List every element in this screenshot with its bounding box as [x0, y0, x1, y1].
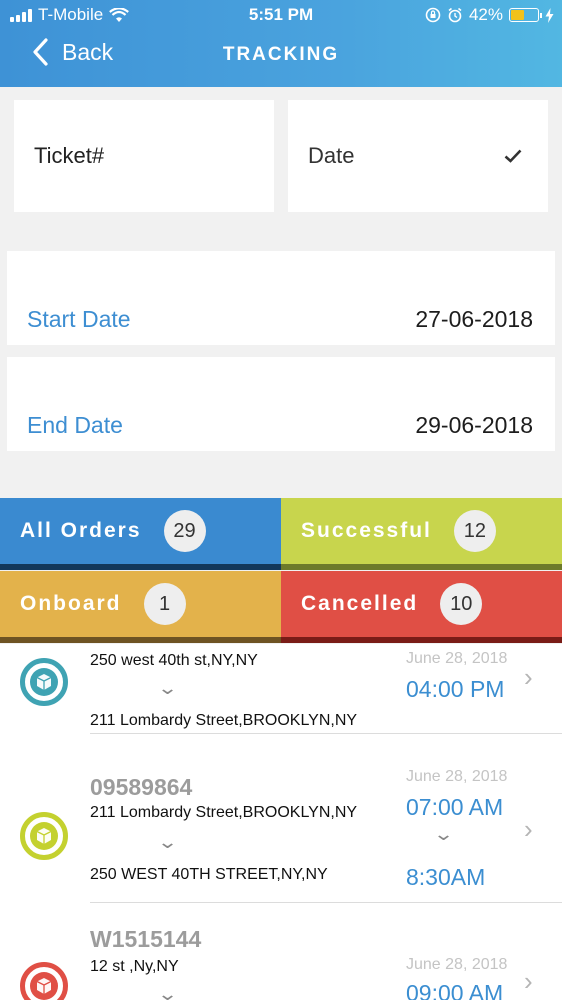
battery-icon: [509, 8, 542, 22]
start-date-row[interactable]: Start Date 27-06-2018: [7, 251, 555, 345]
nav-bar: Back TRACKING: [0, 36, 562, 80]
pickup-address: 250 west 40th st,NY,NY: [90, 652, 258, 669]
end-date-value: 29-06-2018: [415, 412, 533, 438]
cancelled-count-badge: 10: [440, 583, 483, 625]
orders-list[interactable]: 250 west 40th st,NY,NY ⌄ 211 Lombardy St…: [0, 644, 562, 1000]
rotation-lock-icon: [425, 7, 441, 23]
ticket-filter-label: Ticket#: [34, 143, 105, 168]
order-time: 09:00 AM: [406, 980, 504, 1000]
app-header: T-Mobile 5:51 PM 42% Back TRACKING: [0, 0, 562, 87]
chevron-down-icon: ⌄: [156, 678, 179, 698]
chevron-right-icon: ›: [524, 662, 533, 692]
cancelled-label: Cancelled: [301, 592, 419, 615]
onboard-tab[interactable]: Onboard 1: [0, 571, 281, 643]
ticket-number: 09589864: [90, 774, 193, 800]
successful-tab[interactable]: Successful 12: [281, 498, 562, 570]
ticket-filter-option[interactable]: Ticket#: [14, 100, 274, 212]
all-orders-label: All Orders: [20, 519, 142, 542]
all-orders-count-badge: 29: [163, 510, 206, 552]
order-date: June 28, 2018: [406, 650, 508, 667]
chevron-down-icon: ⌄: [156, 832, 179, 852]
dropoff-address: 211 Lombardy Street,BROOKLYN,NY: [90, 712, 358, 729]
package-icon: [20, 812, 68, 860]
divider: [90, 733, 562, 734]
battery-percent: 42%: [468, 5, 503, 24]
package-icon: [20, 962, 68, 1000]
start-date-value: 27-06-2018: [415, 306, 533, 332]
divider: [90, 902, 562, 903]
ticket-number: W1515144: [90, 926, 202, 952]
chevron-right-icon: ›: [524, 966, 533, 996]
start-date-label: Start Date: [27, 306, 131, 332]
chevron-down-icon: ⌄: [432, 824, 455, 844]
pickup-address: 12 st ,Ny,NY: [90, 958, 179, 975]
status-bar: T-Mobile 5:51 PM 42%: [0, 0, 562, 30]
order-time: 04:00 PM: [406, 676, 505, 702]
dropoff-address: 250 WEST 40TH STREET,NY,NY: [90, 866, 328, 883]
successful-count-badge: 12: [453, 510, 496, 552]
charging-icon: [545, 7, 554, 23]
end-date-row[interactable]: End Date 29-06-2018: [7, 357, 555, 451]
order-time: 07:00 AM: [406, 794, 504, 820]
cancelled-tab[interactable]: Cancelled 10: [281, 571, 562, 643]
checkmark-icon: [504, 149, 522, 163]
pickup-address: 211 Lombardy Street,BROOKLYN,NY: [90, 804, 358, 821]
date-filter-label: Date: [308, 143, 355, 168]
order-date: June 28, 2018: [406, 956, 508, 973]
onboard-label: Onboard: [20, 592, 122, 615]
chevron-down-icon: ⌄: [156, 984, 179, 1000]
page-title: TRACKING: [222, 44, 340, 65]
onboard-count-badge: 1: [143, 583, 186, 625]
successful-label: Successful: [301, 519, 432, 542]
alarm-icon: [448, 7, 462, 23]
order-end-time: 8:30AM: [406, 864, 486, 890]
end-date-label: End Date: [27, 412, 123, 438]
date-filter-option[interactable]: Date: [288, 100, 548, 212]
chevron-right-icon: ›: [524, 814, 533, 844]
package-icon: [20, 658, 68, 706]
order-date: June 28, 2018: [406, 768, 508, 785]
all-orders-tab[interactable]: All Orders 29: [0, 498, 281, 570]
